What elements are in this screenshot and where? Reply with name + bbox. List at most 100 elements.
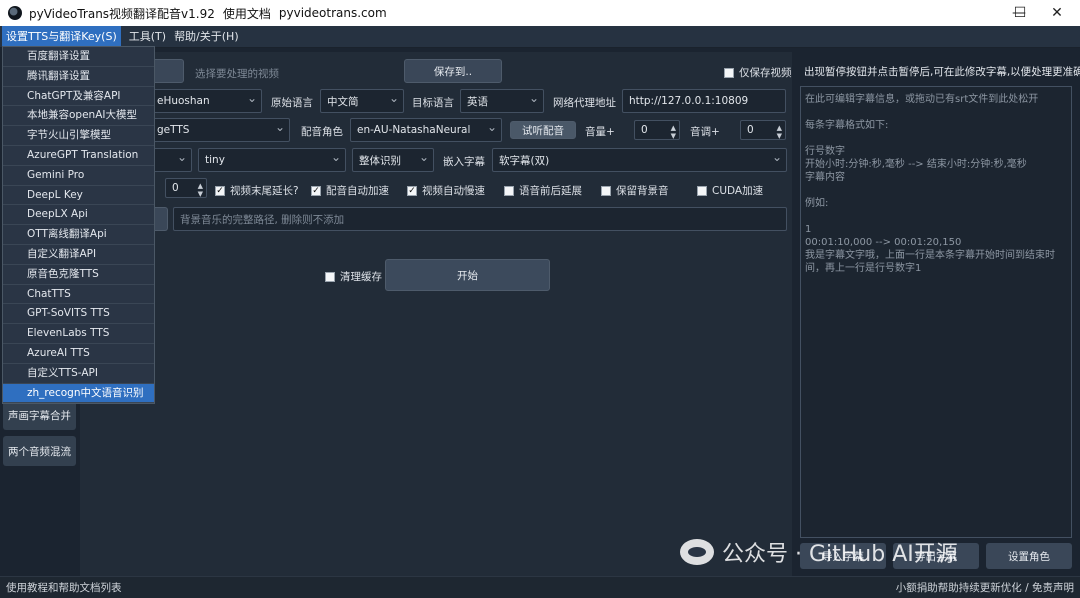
- spin-arrows-icon[interactable]: ▲ ▼: [198, 182, 203, 197]
- menu-item[interactable]: 本地兼容openAI大模型: [3, 106, 154, 127]
- menu-item[interactable]: zh_recogn中文语音识别: [3, 383, 154, 404]
- menu-item[interactable]: AzureAI TTS: [3, 344, 154, 364]
- embed-subtitle-select[interactable]: 软字幕(双): [492, 148, 787, 172]
- menu-item[interactable]: ChatGPT及兼容API: [3, 87, 154, 107]
- subtitle-hint-line: 间，再上一行是行号数字1: [805, 263, 922, 274]
- extend-video-end-checkbox[interactable]: ✓ 视频末尾延长?: [215, 183, 299, 198]
- menu-item[interactable]: AzureGPT Translation: [3, 146, 154, 166]
- checkbox-box: [724, 67, 734, 78]
- menu-item[interactable]: 字节火山引擎模型: [3, 126, 154, 146]
- spin-value: 0: [747, 124, 754, 136]
- pitch-spinbox[interactable]: 0 ▲ ▼: [740, 120, 786, 140]
- input-placeholder: 背景音乐的完整路径, 删除则不添加: [180, 213, 345, 226]
- speed-spinbox[interactable]: 0 ▲ ▼: [165, 178, 207, 198]
- recognition-mode-select[interactable]: 整体识别: [352, 148, 434, 172]
- menu-item[interactable]: 自定义翻译API: [3, 245, 154, 265]
- select-video-button[interactable]: [150, 59, 184, 83]
- volume-spinbox[interactable]: 0 ▲ ▼: [634, 120, 680, 140]
- checkbox-label: 配音自动加速: [326, 185, 389, 197]
- subtitle-edit-hint: 出现暂停按钮并点击暂停后,可在此修改字幕,以便处理更准确: [804, 66, 1080, 78]
- spin-arrows-icon[interactable]: ▲ ▼: [777, 124, 782, 139]
- menu-item[interactable]: ChatTTS: [3, 285, 154, 305]
- source-lang-label: 原始语言: [271, 97, 313, 109]
- close-icon[interactable]: ✕: [1034, 0, 1080, 26]
- subtitle-hint-line: [805, 132, 1067, 145]
- tutorial-link[interactable]: 使用教程和帮助文档列表: [6, 580, 122, 595]
- set-role-button[interactable]: 设置角色: [986, 543, 1072, 569]
- listen-voice-button[interactable]: 试听配音: [510, 121, 576, 139]
- model-select[interactable]: tiny: [198, 148, 346, 172]
- subtitle-hint-line: 开始小时:分钟:秒,毫秒 --> 结束小时:分钟:秒,毫秒: [805, 159, 1027, 170]
- checkbox-label: 视频自动慢速: [422, 185, 485, 197]
- wechat-icon: [680, 539, 714, 565]
- menu-settings[interactable]: 设置TTS与翻译Key(S): [2, 25, 121, 48]
- subtitle-hint-line: 我是字幕文字哦，上面一行是本条字幕开始时间到结束时: [805, 250, 1055, 261]
- menu-item[interactable]: OTT离线翻译Api: [3, 225, 154, 245]
- select-value: 整体识别: [359, 154, 401, 167]
- website-link[interactable]: pyvideotrans.com: [279, 6, 387, 20]
- title-bar: pyVideoTrans视频翻译配音v1.92 使用文档 pyvideotran…: [0, 0, 1080, 26]
- select-value: 英语: [467, 95, 488, 108]
- menu-tools[interactable]: 工具(T): [125, 26, 170, 48]
- translate-channel-select[interactable]: eHuoshan: [150, 89, 262, 113]
- menu-item[interactable]: GPT-SoVITS TTS: [3, 304, 154, 325]
- select-value: eHuoshan: [157, 95, 210, 107]
- cuda-checkbox[interactable]: CUDA加速: [697, 183, 763, 198]
- menu-item[interactable]: 百度翻译设置: [3, 47, 154, 67]
- only-save-video-checkbox[interactable]: 仅保存视频: [724, 65, 792, 80]
- start-button[interactable]: 开始: [385, 259, 550, 291]
- subtitle-editor[interactable]: 在此可编辑字幕信息，或拖动已有srt文件到此处松开 每条字幕格式如下: 行号数字开始…: [800, 86, 1072, 538]
- watermark-text: 公众号 · GitHub AI开源: [722, 542, 958, 567]
- subtitle-hint-line: 行号数字: [805, 146, 845, 157]
- save-to-button[interactable]: 保存到..: [404, 59, 502, 83]
- select-value: 中文简: [327, 95, 359, 108]
- menu-item[interactable]: DeepLX Api: [3, 205, 154, 226]
- subtitle-hint-line: 每条字幕格式如下:: [805, 120, 889, 131]
- voice-role-select[interactable]: en-AU-NatashaNeural: [350, 118, 502, 142]
- keep-bgm-checkbox[interactable]: 保留背景音: [601, 183, 669, 198]
- menu-item[interactable]: 原音色克隆TTS: [3, 265, 154, 285]
- checkbox-box: [325, 271, 335, 282]
- checkbox-box: [601, 185, 611, 196]
- checkbox-label: 清理缓存: [340, 271, 382, 283]
- embed-subtitle-label: 嵌入字幕: [443, 156, 485, 168]
- video-path-placeholder[interactable]: 选择要处理的视频: [195, 66, 279, 81]
- checkbox-label: 视频末尾延长?: [230, 185, 299, 197]
- av-subtitle-merge-button[interactable]: 声画字幕合并: [3, 400, 76, 430]
- subtitle-hint-line: [805, 210, 1067, 223]
- select-value: geTTS: [157, 124, 190, 136]
- subtitle-hint-line: 例如:: [805, 198, 829, 209]
- menu-item[interactable]: 腾讯翻译设置: [3, 67, 154, 87]
- menu-item[interactable]: DeepL Key: [3, 186, 154, 206]
- target-lang-select[interactable]: 英语: [460, 89, 544, 113]
- auto-speedup-dub-checkbox[interactable]: ✓ 配音自动加速: [311, 183, 389, 198]
- app-logo-icon: [8, 6, 22, 20]
- docs-link[interactable]: 使用文档: [223, 5, 271, 22]
- volume-label: 音量+: [585, 126, 615, 138]
- subtitle-hint-line: [805, 184, 1067, 197]
- menu-item[interactable]: ElevenLabs TTS: [3, 324, 154, 344]
- spin-arrows-icon[interactable]: ▲ ▼: [671, 124, 676, 139]
- recognition-engine-select[interactable]: [150, 148, 192, 172]
- checkbox-box: [697, 185, 707, 196]
- audio-mix-button[interactable]: 两个音频混流: [3, 436, 76, 466]
- source-lang-select[interactable]: 中文简: [320, 89, 404, 113]
- subtitle-hint-line: 在此可编辑字幕信息，或拖动已有srt文件到此处松开: [805, 94, 1039, 105]
- select-value: 软字幕(双): [499, 154, 550, 167]
- voice-role-label: 配音角色: [301, 126, 343, 138]
- bgm-path-input[interactable]: 背景音乐的完整路径, 删除则不添加: [173, 207, 787, 231]
- menu-help[interactable]: 帮助/关于(H): [170, 26, 243, 48]
- subtitle-hint-line: 00:01:10,000 --> 00:01:20,150: [805, 237, 962, 248]
- checkbox-check-icon: ✓: [215, 185, 225, 196]
- voice-extend-checkbox[interactable]: 语音前后延展: [504, 183, 582, 198]
- tts-type-select[interactable]: geTTS: [150, 118, 290, 142]
- settings-dropdown-menu: 百度翻译设置 腾讯翻译设置 ChatGPT及兼容API 本地兼容openAI大模型 字节…: [2, 46, 155, 404]
- auto-slow-video-checkbox[interactable]: ✓ 视频自动慢速: [407, 183, 485, 198]
- clear-cache-checkbox[interactable]: 清理缓存: [325, 269, 382, 284]
- menu-item[interactable]: Gemini Pro: [3, 166, 154, 186]
- donate-disclaimer-link[interactable]: 小额捐助帮助持续更新优化 / 免责声明: [896, 580, 1074, 595]
- spin-value: 0: [641, 124, 648, 136]
- proxy-input[interactable]: http://127.0.0.1:10809: [622, 89, 786, 113]
- subtitle-hint-line: 字幕内容: [805, 172, 845, 183]
- menu-item[interactable]: 自定义TTS-API: [3, 364, 154, 384]
